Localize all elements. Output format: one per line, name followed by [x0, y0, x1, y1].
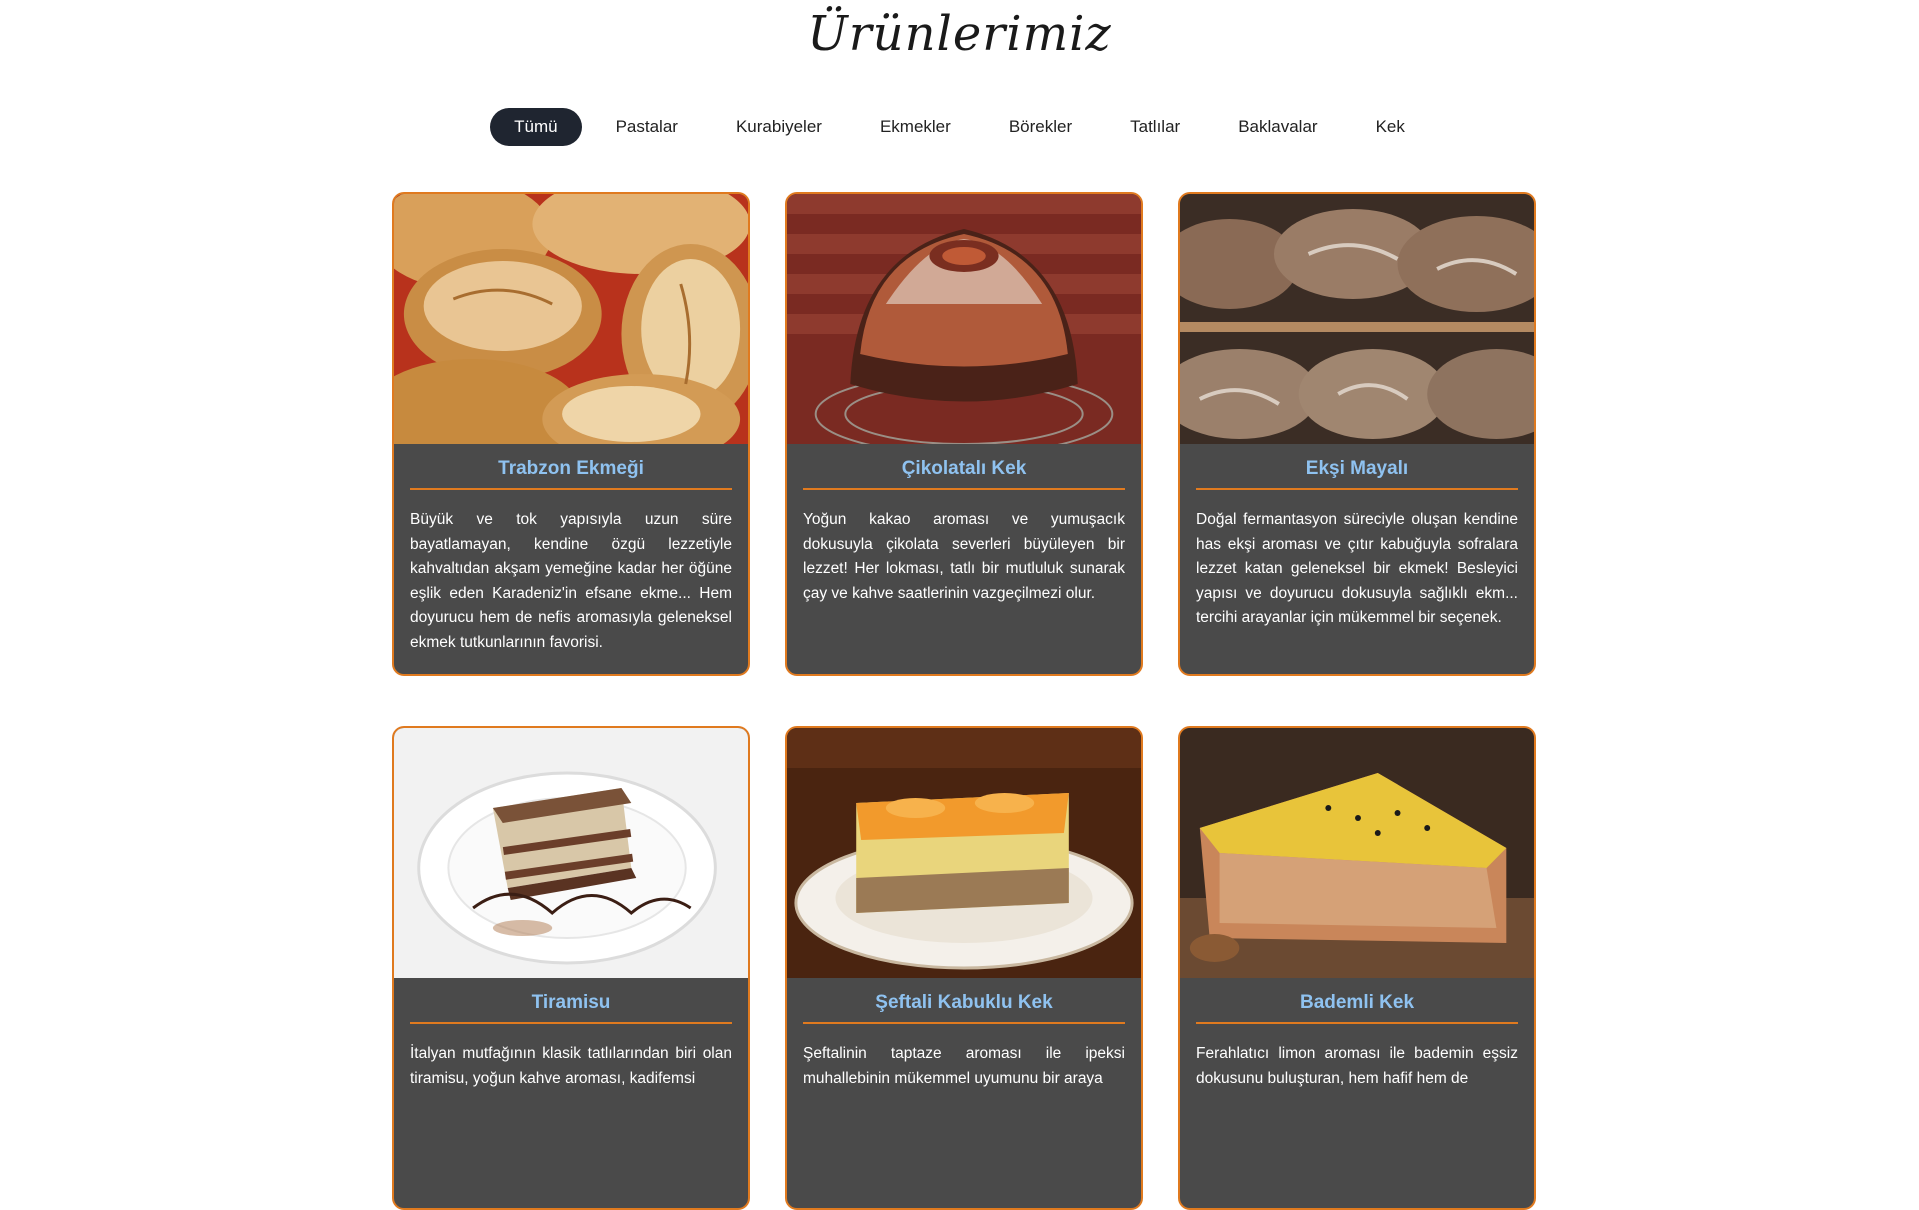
product-image-sourdough-loaves	[1180, 194, 1534, 444]
product-description: Doğal fermantasyon süreciyle oluşan kend…	[1196, 511, 1518, 626]
product-description: İtalyan mutfağının klasik tatlılarından …	[410, 1045, 732, 1087]
filter-ekmekler[interactable]: Ekmekler	[856, 108, 975, 146]
page-title: Ürünlerimiz	[807, 6, 1112, 62]
product-title: Bademli Kek	[1196, 992, 1518, 1024]
filter-tatlilar[interactable]: Tatlılar	[1106, 108, 1204, 146]
product-title: Ekşi Mayalı	[1196, 458, 1518, 490]
filter-kurabiyeler[interactable]: Kurabiyeler	[712, 108, 846, 146]
filter-pastalar[interactable]: Pastalar	[592, 108, 702, 146]
product-title: Çikolatalı Kek	[803, 458, 1125, 490]
product-card[interactable]: Ekşi Mayalı Doğal fermantasyon süreciyle…	[1178, 192, 1536, 676]
category-filter-bar: Tümü Pastalar Kurabiyeler Ekmekler Börek…	[0, 108, 1919, 146]
product-description: Ferahlatıcı limon aroması ile bademin eş…	[1196, 1045, 1518, 1087]
product-card[interactable]: Şeftali Kabuklu Kek Şeftalinin taptaze a…	[785, 726, 1143, 1210]
product-card[interactable]: Tiramisu İtalyan mutfağının klasik tatlı…	[392, 726, 750, 1210]
product-title: Tiramisu	[410, 992, 732, 1024]
product-image-tiramisu-slice	[394, 728, 748, 978]
filter-kek[interactable]: Kek	[1352, 108, 1429, 146]
filter-tumu[interactable]: Tümü	[490, 108, 582, 146]
product-image-peach-cake	[787, 728, 1141, 978]
product-card[interactable]: Çikolatalı Kek Yoğun kakao aroması ve yu…	[785, 192, 1143, 676]
filter-borekler[interactable]: Börekler	[985, 108, 1096, 146]
product-card[interactable]: Trabzon Ekmeği Büyük ve tok yapısıyla uz…	[392, 192, 750, 676]
product-description: Şeftalinin taptaze aroması ile ipeksi mu…	[803, 1045, 1125, 1087]
product-card[interactable]: Bademli Kek Ferahlatıcı limon aroması il…	[1178, 726, 1536, 1210]
product-grid: Trabzon Ekmeği Büyük ve tok yapısıyla uz…	[392, 192, 1536, 1210]
product-title: Trabzon Ekmeği	[410, 458, 732, 490]
product-image-chocolate-bundt-cake	[787, 194, 1141, 444]
product-description: Büyük ve tok yapısıyla uzun süre bayatla…	[410, 511, 732, 651]
product-image-almond-cake	[1180, 728, 1534, 978]
product-description: Yoğun kakao aroması ve yumuşacık dokusuy…	[803, 511, 1125, 602]
product-image-bread-rolls	[394, 194, 748, 444]
product-title: Şeftali Kabuklu Kek	[803, 992, 1125, 1024]
filter-baklavalar[interactable]: Baklavalar	[1214, 108, 1341, 146]
